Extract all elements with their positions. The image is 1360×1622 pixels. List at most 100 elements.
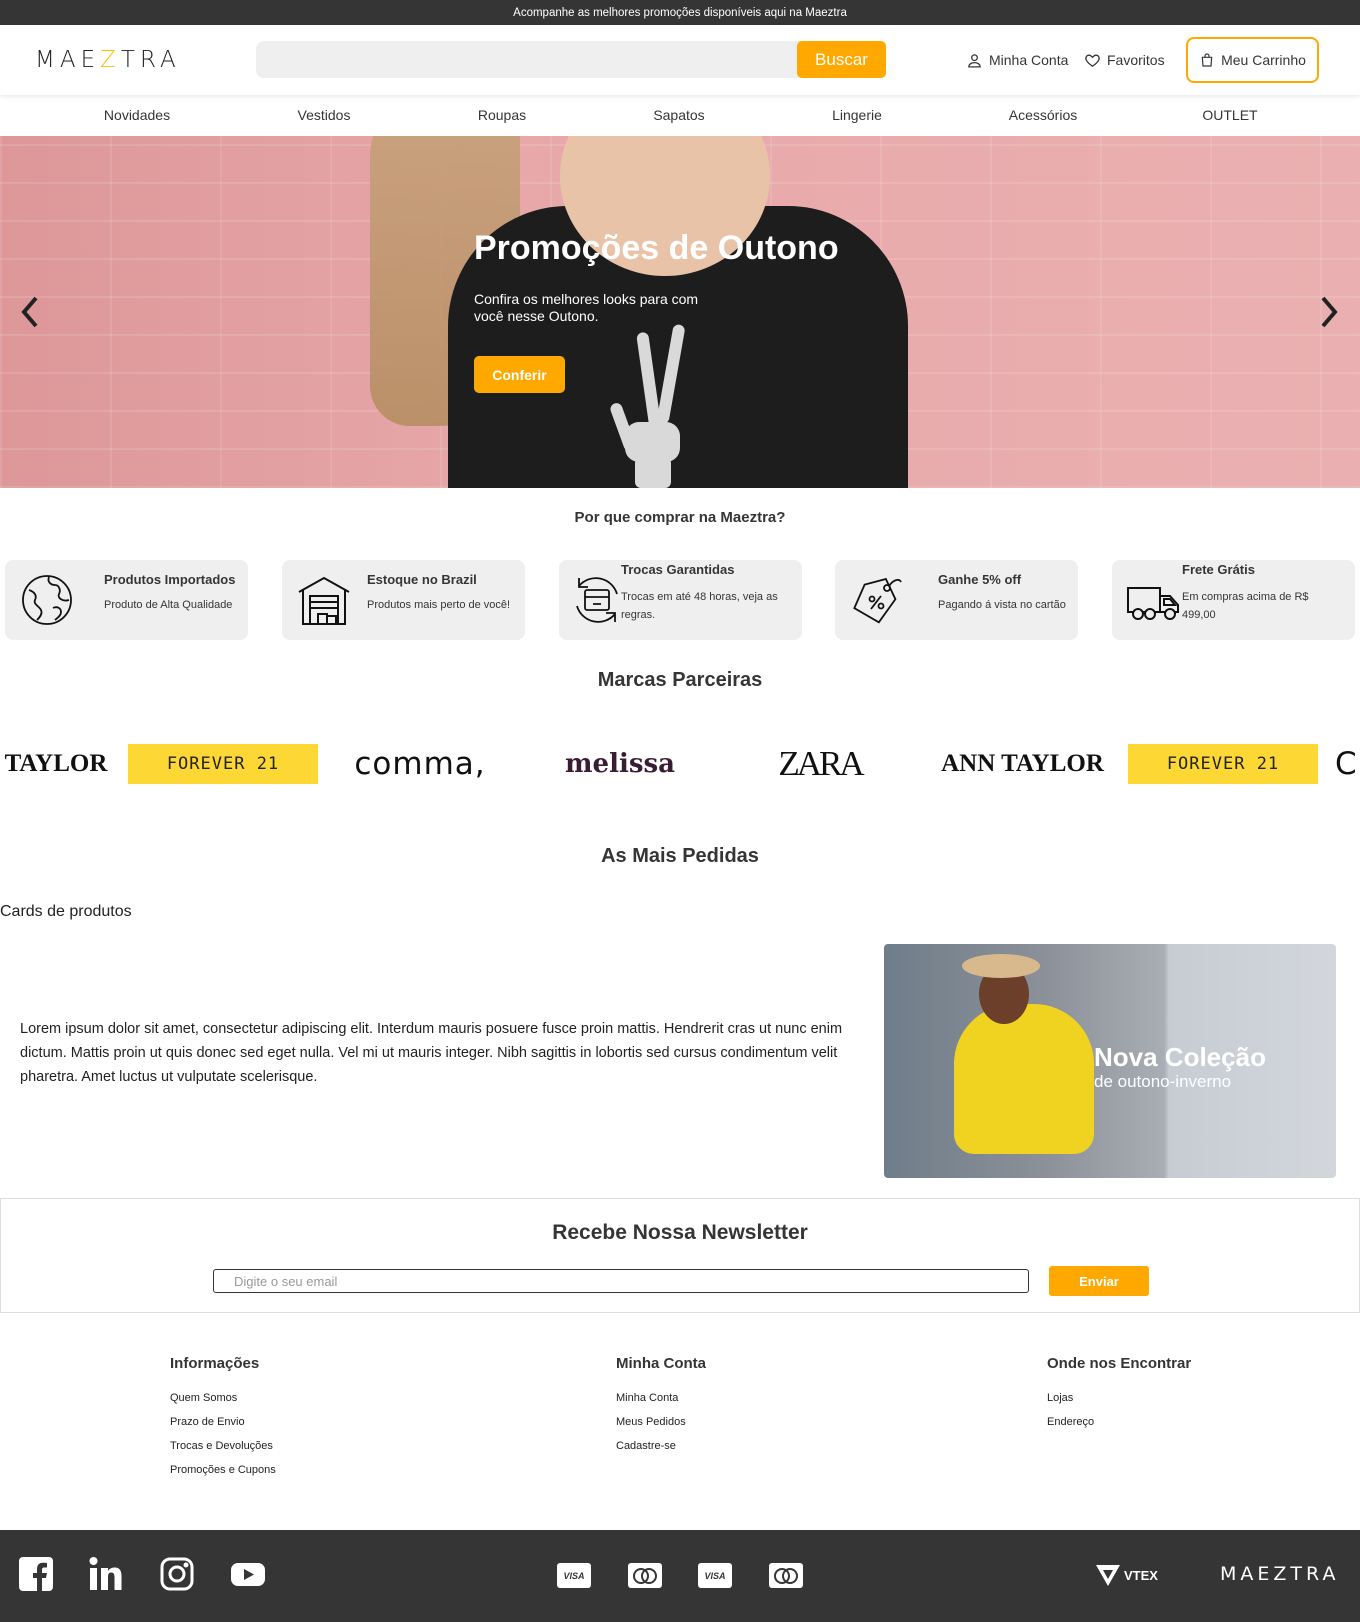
brand-logo-forever21[interactable]: FOREVER 21 <box>128 744 318 784</box>
newsletter-title: Recebe Nossa Newsletter <box>552 1221 808 1244</box>
footer-link[interactable]: Meus Pedidos <box>616 1410 706 1434</box>
user-icon <box>968 53 981 68</box>
brand-logo-comma[interactable]: C <box>1335 744 1360 784</box>
benefit-desc: Produtos mais perto de você! <box>367 599 511 611</box>
nav-item-roupas[interactable]: Roupas <box>478 107 526 123</box>
chevron-right-icon <box>1321 296 1338 328</box>
favorites-link[interactable]: Favoritos <box>1084 25 1165 95</box>
benefit-card: Produtos Importados Produto de Alta Qual… <box>5 560 248 640</box>
brand-logo-melissa[interactable]: melissa <box>540 744 700 784</box>
nav-item-sapatos[interactable]: Sapatos <box>653 107 704 123</box>
about-text: Lorem ipsum dolor sit amet, consectetur … <box>20 1021 843 1085</box>
payment-mastercard-icon <box>769 1563 803 1588</box>
benefit-card: Frete Grátis Em compras acima de R$ 499,… <box>1112 560 1355 640</box>
search-input[interactable] <box>256 41 796 78</box>
footer-column-account: Minha Conta Minha Conta Meus Pedidos Cad… <box>616 1355 706 1458</box>
benefit-title: Ganhe 5% off <box>938 572 1022 587</box>
discount-tag-icon <box>853 577 902 624</box>
site-logo[interactable]: MAEZTRA <box>35 47 181 73</box>
chevron-left-icon <box>21 296 38 328</box>
footer-logo[interactable]: MAEZTRA <box>1220 1563 1339 1585</box>
warehouse-icon <box>298 576 350 625</box>
nav-item-lingerie[interactable]: Lingerie <box>832 107 882 123</box>
benefit-title: Trocas Garantidas <box>621 562 735 577</box>
footer-link[interactable]: Trocas e Devoluções <box>170 1434 276 1458</box>
brands-title: Marcas Parceiras <box>597 669 763 691</box>
bestsellers-title: As Mais Pedidas <box>601 845 759 867</box>
brand-logo-ann-taylor[interactable]: TAYLOR <box>0 744 112 784</box>
main-nav: Novidades Vestidos Roupas Sapatos Linger… <box>0 95 1360 136</box>
facebook-icon[interactable] <box>18 1556 54 1592</box>
hero-cta-button[interactable]: Conferir <box>474 356 565 393</box>
footer-link[interactable]: Lojas <box>1047 1386 1191 1410</box>
logo-text-end: TRA <box>120 47 181 73</box>
nav-item-vestidos[interactable]: Vestidos <box>298 107 351 123</box>
my-account-link[interactable]: Minha Conta <box>966 25 1068 95</box>
payment-mastercard-icon <box>628 1563 662 1588</box>
search-bar: Buscar <box>256 41 886 78</box>
footer-link[interactable]: Minha Conta <box>616 1386 706 1410</box>
hero-title: Promoções de Outono <box>474 229 839 267</box>
logo-text-z: Z <box>100 47 121 73</box>
brand-logo-forever21[interactable]: FOREVER 21 <box>1128 744 1318 784</box>
hero-image-skeleton-hand <box>610 324 685 488</box>
truck-icon <box>1127 587 1179 620</box>
brand-logo-zara[interactable]: ZARA <box>740 744 900 784</box>
announcement-bar: Acompanhe as melhores promoções disponív… <box>0 0 1360 25</box>
footer-bottom-bar: VISA VISA VTEX MAEZTRA <box>0 1530 1360 1622</box>
benefit-card: Trocas Garantidas Trocas em até 48 horas… <box>559 560 802 640</box>
brands-carousel: TAYLOR FOREVER 21 comma, melissa ZARA AN… <box>0 744 1360 796</box>
promo-subtitle: de outono-inverno <box>1094 1072 1232 1091</box>
footer-link[interactable]: Promoções e Cupons <box>170 1458 276 1482</box>
search-button[interactable]: Buscar <box>797 41 886 78</box>
new-collection-banner[interactable]: Nova Coleção de outono-inverno <box>884 944 1336 1178</box>
brand-logo-comma[interactable]: comma, <box>330 744 510 784</box>
announcement-text: Acompanhe as melhores promoções disponív… <box>513 6 847 19</box>
newsletter-submit-button[interactable]: Enviar <box>1049 1266 1149 1296</box>
footer-link[interactable]: Cadastre-se <box>616 1434 706 1458</box>
nav-item-acessorios[interactable]: Acessórios <box>1009 107 1077 123</box>
footer-column-title: Onde nos Encontrar <box>1047 1355 1192 1372</box>
favorites-label: Favoritos <box>1107 52 1165 68</box>
instagram-icon[interactable] <box>159 1556 195 1592</box>
nav-item-novidades[interactable]: Novidades <box>104 107 170 123</box>
hero-subtitle: Confira os melhores looks para com você … <box>474 291 699 324</box>
benefit-title: Estoque no Brazil <box>367 572 477 587</box>
footer-column-title: Minha Conta <box>616 1355 706 1372</box>
footer-link[interactable]: Prazo de Envio <box>170 1410 276 1434</box>
hero-banner: Promoções de Outono Confira os melhores … <box>0 136 1360 488</box>
vtex-mark-icon <box>1096 1565 1120 1586</box>
exchange-box-icon <box>576 577 618 623</box>
mastercard-circles-icon <box>633 1567 657 1584</box>
heart-icon <box>1085 54 1100 67</box>
promo-image-dress <box>954 1004 1094 1154</box>
brand-logo-ann-taylor[interactable]: ANN TAYLOR <box>930 744 1115 784</box>
logo-text-start: MAE <box>35 47 101 73</box>
benefit-desc: Em compras acima de R$ 499,00 <box>1182 591 1309 621</box>
promo-title: Nova Coleção <box>1094 1042 1266 1072</box>
vtex-logo: VTEX <box>1095 1563 1158 1587</box>
mastercard-circles-icon <box>774 1567 798 1584</box>
linkedin-icon[interactable] <box>88 1556 124 1592</box>
cart-label: Meu Carrinho <box>1221 52 1306 68</box>
footer-link[interactable]: Quem Somos <box>170 1386 276 1410</box>
carousel-next-button[interactable] <box>1314 292 1344 332</box>
benefit-card: Ganhe 5% off Pagando á vista no cartão <box>835 560 1078 640</box>
carousel-prev-button[interactable] <box>15 292 45 332</box>
benefit-title: Frete Grátis <box>1182 562 1255 577</box>
payment-visa-icon: VISA <box>557 1563 591 1588</box>
globe-icon <box>22 575 72 625</box>
shopping-bag-icon <box>1201 53 1213 67</box>
benefit-card: Estoque no Brazil Produtos mais perto de… <box>282 560 525 640</box>
my-account-label: Minha Conta <box>989 52 1069 68</box>
cart-button[interactable]: Meu Carrinho <box>1186 37 1319 83</box>
payment-visa-icon: VISA <box>698 1563 732 1588</box>
why-buy-title: Por que comprar na Maeztra? <box>574 509 786 526</box>
footer-column-info: Informações Quem Somos Prazo de Envio Tr… <box>170 1355 276 1482</box>
benefit-title: Produtos Importados <box>104 572 236 587</box>
youtube-icon[interactable] <box>230 1556 266 1592</box>
newsletter-email-input[interactable] <box>213 1269 1029 1293</box>
footer-column-title: Informações <box>170 1355 260 1372</box>
nav-item-outlet[interactable]: OUTLET <box>1202 107 1257 123</box>
footer-link[interactable]: Endereço <box>1047 1410 1191 1434</box>
